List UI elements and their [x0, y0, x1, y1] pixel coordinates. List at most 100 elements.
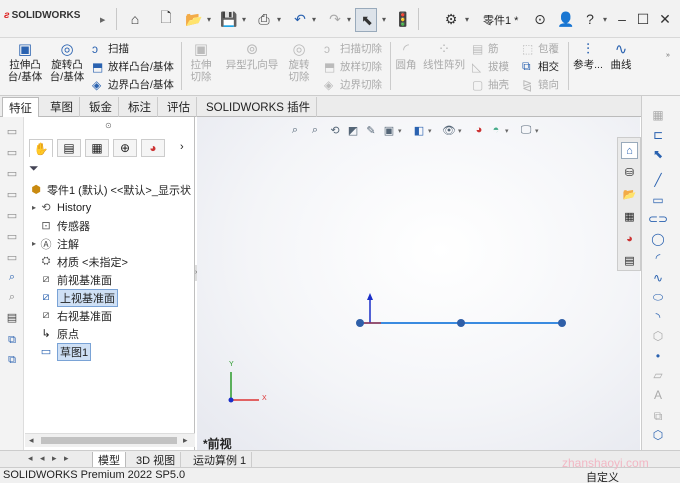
tab-features[interactable]: 特征 — [2, 97, 39, 117]
chevron-down-icon[interactable]: ▾ — [462, 9, 472, 29]
linear-pattern-button[interactable]: ⁘ 线性阵列 — [422, 41, 466, 71]
extruded-cut-button[interactable]: ▣ 拉伸切除 — [186, 41, 216, 83]
close-icon[interactable]: ✕ — [655, 9, 675, 29]
gear-icon[interactable]: ⚙ — [441, 9, 461, 29]
tree-item-annotations[interactable]: ▸ Ⓐ 注解 — [29, 235, 79, 252]
horizontal-scrollbar[interactable]: ◂ ▸ — [25, 433, 195, 447]
sketch-fillet-icon[interactable]: ◝ — [648, 308, 668, 326]
tool-icon[interactable]: ⌕ — [5, 290, 19, 304]
panel-handle[interactable]: ⊙ — [105, 121, 112, 130]
resources-icon[interactable]: ⌂ — [621, 142, 638, 159]
swept-boss-button[interactable]: ↄ 扫描 — [92, 39, 129, 58]
property-manager-tab-icon[interactable]: ▤ — [57, 139, 81, 157]
maximize-icon[interactable]: ☐ — [633, 9, 653, 29]
graphics-area[interactable]: ⌕ ⌕ ⟲ ◩ ✎ ▣ ▾ ◧ ▾ 👁 ▾ ◕ ◓ ▾ 🖵 ▾ Y X *前视 — [197, 117, 640, 451]
mirror-button[interactable]: ⧎ 镜向 — [522, 75, 559, 94]
chevron-down-icon[interactable]: ▾ — [379, 9, 389, 29]
tool-icon[interactable]: ▭ — [5, 124, 19, 138]
appearances-icon[interactable]: ◕ — [621, 230, 638, 247]
last-tab-icon[interactable]: ▸ — [64, 453, 69, 464]
spline-icon[interactable]: ∿ — [648, 269, 668, 287]
menu-arrow-icon[interactable]: ▶ — [100, 16, 105, 24]
new-document-icon[interactable]: 🗋 — [156, 9, 176, 29]
wrap-button[interactable]: ⬚ 包覆 — [522, 39, 559, 58]
user-icon[interactable]: 👤 — [556, 9, 576, 29]
tree-item-right-plane[interactable]: ⧄ 右视基准面 — [29, 307, 113, 324]
save-icon[interactable]: 💾 — [219, 9, 239, 29]
chevron-down-icon[interactable]: ▾ — [600, 9, 610, 29]
chevron-down-icon[interactable]: ▾ — [344, 9, 354, 29]
line-icon[interactable]: ╱ — [648, 171, 668, 189]
sketch-tool-icon[interactable]: ⬉ — [648, 145, 668, 163]
first-tab-icon[interactable]: ◂ — [28, 453, 33, 464]
slot-icon[interactable]: ⊂⊃ — [648, 210, 668, 228]
chevron-down-icon[interactable]: ▾ — [274, 9, 284, 29]
chevron-down-icon[interactable]: ▾ — [309, 9, 319, 29]
tree-item-origin[interactable]: ↳ 原点 — [29, 325, 79, 342]
tab-sheet-metal[interactable]: 钣金 — [83, 97, 119, 117]
chevron-right-icon[interactable]: › — [180, 141, 184, 153]
text-icon[interactable]: A — [648, 386, 668, 404]
next-tab-icon[interactable]: ▸ — [52, 453, 57, 464]
lofted-boss-button[interactable]: ⬒ 放样凸台/基体 — [92, 57, 174, 76]
help-icon[interactable]: ? — [580, 9, 600, 29]
tree-item-material[interactable]: ⛭ 材质 <未指定> — [29, 253, 128, 270]
view-palette-icon[interactable]: ▦ — [621, 208, 638, 225]
expand-icon[interactable]: ▸ — [29, 239, 39, 248]
scroll-thumb[interactable] — [41, 437, 177, 444]
tab-3d-view[interactable]: 3D 视图 — [131, 452, 182, 468]
minimize-icon[interactable]: – — [612, 9, 632, 29]
fillet-button[interactable]: ◜ 圆角 — [394, 41, 418, 71]
rectangle-icon[interactable]: ▭ — [648, 191, 668, 209]
intersect-button[interactable]: ⧉ 相交 — [522, 57, 559, 76]
boundary-boss-button[interactable]: ◈ 边界凸台/基体 — [92, 75, 174, 94]
ellipse-icon[interactable]: ⬭ — [648, 288, 668, 306]
design-library-icon[interactable]: ⛁ — [621, 164, 638, 181]
tab-sketch[interactable]: 草图 — [44, 97, 80, 117]
sketch-tool-icon[interactable]: ⧉ — [648, 407, 668, 425]
file-explorer-icon[interactable]: 📂 — [621, 186, 638, 203]
rib-button[interactable]: ▤ 筋 — [472, 39, 499, 58]
chevron-down-icon[interactable]: ▾ — [239, 9, 249, 29]
tool-icon[interactable]: ▭ — [5, 145, 19, 159]
tab-markup[interactable]: 标注 — [122, 97, 158, 117]
sketch-point[interactable] — [356, 319, 364, 327]
dimxpert-tab-icon[interactable]: ⊕ — [113, 139, 137, 157]
open-icon[interactable]: 📂 — [184, 9, 204, 29]
draft-button[interactable]: ◺ 拔模 — [472, 57, 509, 76]
app-logo[interactable]: ƨ SOLIDWORKS — [4, 10, 80, 21]
tab-model[interactable]: 模型 — [92, 452, 126, 468]
swept-cut-button[interactable]: ↄ 扫描切除 — [324, 39, 382, 58]
revolved-cut-button[interactable]: ◎ 旋转切除 — [284, 41, 314, 83]
tree-item-sketch1[interactable]: ▭ 草图1 — [29, 342, 92, 361]
home-icon[interactable]: ⌂ — [125, 9, 145, 29]
tab-add-ins[interactable]: SOLIDWORKS 插件 — [200, 97, 318, 117]
tool-icon[interactable]: ▭ — [5, 208, 19, 222]
revolved-boss-button[interactable]: ◎ 旋转凸台/基体 — [48, 41, 86, 83]
sketch-point[interactable] — [558, 319, 566, 327]
tool-icon[interactable]: ⌕ — [5, 270, 19, 284]
tool-icon[interactable]: ▭ — [5, 166, 19, 180]
search-commands-icon[interactable]: ⊙ — [530, 9, 550, 29]
sketch-tool-icon[interactable]: ▦ — [648, 106, 668, 124]
expand-icon[interactable]: ▸ — [29, 203, 39, 212]
tool-icon[interactable]: ▭ — [5, 187, 19, 201]
scroll-right-icon[interactable]: ▸ — [183, 435, 188, 446]
tree-item-history[interactable]: ▸ ⟲ History — [29, 199, 91, 216]
arc-icon[interactable]: ◜ — [648, 249, 668, 267]
print-icon[interactable]: ⎙ — [254, 9, 274, 29]
redo-icon[interactable]: ↷ — [325, 9, 345, 29]
custom-properties-icon[interactable]: ▤ — [621, 252, 638, 269]
hole-wizard-button[interactable]: ⊚ 异型孔向导 — [224, 41, 280, 71]
shell-button[interactable]: ▢ 抽壳 — [472, 75, 509, 94]
point-icon[interactable]: • — [648, 347, 668, 365]
lofted-cut-button[interactable]: ⬒ 放样切除 — [324, 57, 382, 76]
extruded-boss-button[interactable]: ▣ 拉伸凸台/基体 — [6, 41, 44, 83]
smart-dimension-icon[interactable]: ⊏ — [648, 126, 668, 144]
scroll-left-icon[interactable]: ◂ — [29, 435, 34, 446]
polygon-icon[interactable]: ⬡ — [648, 327, 668, 345]
tab-evaluate[interactable]: 评估 — [161, 97, 197, 117]
tab-motion-study[interactable]: 运动算例 1 — [188, 452, 253, 468]
prev-tab-icon[interactable]: ◂ — [40, 453, 45, 464]
rebuild-icon[interactable]: 🚦 — [393, 9, 413, 29]
